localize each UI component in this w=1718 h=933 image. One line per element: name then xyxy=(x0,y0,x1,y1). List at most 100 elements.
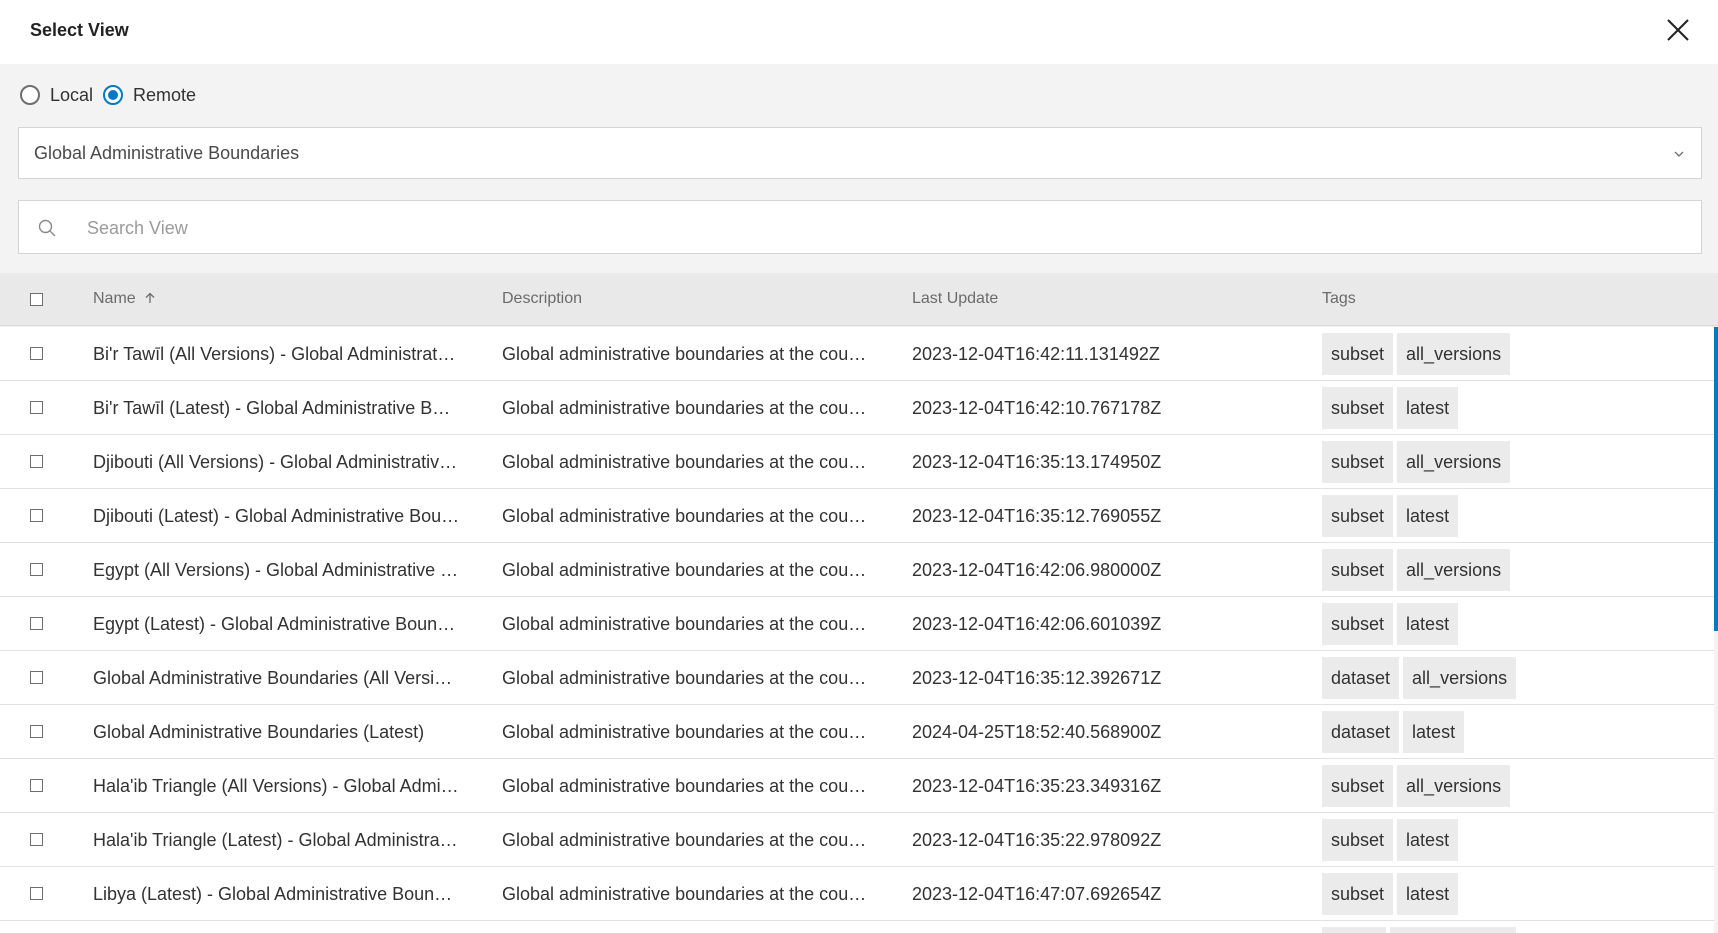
column-header-tags[interactable]: Tags xyxy=(1322,290,1356,308)
row-tags: subset latest xyxy=(1322,495,1462,537)
row-tags: subset latest xyxy=(1322,603,1462,645)
tag-chip: subset xyxy=(1322,765,1394,807)
row-checkbox[interactable] xyxy=(30,563,43,576)
table-row[interactable]: Hala'ib Triangle (Latest) - Global Admin… xyxy=(0,813,1714,867)
row-name: Egypt (Latest) - Global Administrative B… xyxy=(93,614,456,634)
table-row[interactable]: Djibouti (Latest) - Global Administrativ… xyxy=(0,489,1714,543)
column-header-last-update[interactable]: Last Update xyxy=(912,290,998,308)
row-tags: subset latest xyxy=(1322,387,1462,429)
table-header: Name Description Last Update Tags xyxy=(0,273,1718,326)
row-name: Bi'r Tawīl (All Versions) - Global Admin… xyxy=(93,344,456,364)
radio-local[interactable]: Local xyxy=(20,85,103,106)
row-last-update: 2023-12-04T16:35:23.349316Z xyxy=(912,776,1162,796)
column-header-name-label[interactable]: Name xyxy=(93,290,136,307)
row-description: Global administrative boundaries at the … xyxy=(502,884,867,904)
tag-chip xyxy=(1390,927,1516,933)
row-description: Global administrative boundaries at the … xyxy=(502,830,867,850)
column-header-name[interactable]: Name xyxy=(93,290,156,308)
table-row[interactable]: Hala'ib Triangle (All Versions) - Global… xyxy=(0,759,1714,813)
tag-chip: latest xyxy=(1397,387,1459,429)
table-body: Bi'r Tawīl (All Versions) - Global Admin… xyxy=(0,327,1714,933)
row-last-update: 2023-12-04T16:42:06.980000Z xyxy=(912,560,1162,580)
table-row[interactable]: Djibouti (All Versions) - Global Adminis… xyxy=(0,435,1714,489)
row-name: Hala'ib Triangle (All Versions) - Global… xyxy=(93,776,459,796)
row-name: Global Administrative Boundaries (Latest… xyxy=(93,722,425,742)
tag-chip: all_versions xyxy=(1397,765,1511,807)
table-row[interactable]: Egypt (All Versions) - Global Administra… xyxy=(0,543,1714,597)
row-description: Global administrative boundaries at the … xyxy=(502,506,867,526)
tag-chip: latest xyxy=(1397,495,1459,537)
search-input[interactable] xyxy=(85,209,1679,247)
row-checkbox[interactable] xyxy=(30,725,43,738)
table-row[interactable]: Libya (Latest) - Global Administrative B… xyxy=(0,867,1714,921)
row-last-update: 2023-12-04T16:35:22.978092Z xyxy=(912,830,1162,850)
row-tags: subset all_versions xyxy=(1322,765,1514,807)
radio-local-circle[interactable] xyxy=(20,85,40,105)
row-last-update: 2023-12-04T16:42:06.601039Z xyxy=(912,614,1162,634)
row-name: Djibouti (Latest) - Global Administrativ… xyxy=(93,506,460,526)
row-last-update: 2024-04-25T18:52:40.568900Z xyxy=(912,722,1162,742)
table-row[interactable]: Bi'r Tawīl (All Versions) - Global Admin… xyxy=(0,327,1714,381)
tag-chip: all_versions xyxy=(1403,657,1517,699)
dialog-header: Select View xyxy=(0,0,1718,64)
tag-chip: latest xyxy=(1397,603,1459,645)
row-description: Global administrative boundaries at the … xyxy=(502,614,867,634)
row-tags: subset latest xyxy=(1322,819,1462,861)
row-tags: dataset all_versions xyxy=(1322,657,1520,699)
row-description: Global administrative boundaries at the … xyxy=(502,344,867,364)
row-description: Global administrative boundaries at the … xyxy=(502,722,867,742)
row-description: Global administrative boundaries at the … xyxy=(502,560,867,580)
row-name: Bi'r Tawīl (Latest) - Global Administrat… xyxy=(93,398,451,418)
row-last-update: 2023-12-04T16:35:12.392671Z xyxy=(912,668,1162,688)
radio-remote[interactable]: Remote xyxy=(103,85,206,106)
radio-remote-circle[interactable] xyxy=(103,85,124,105)
tag-chip: all_versions xyxy=(1397,549,1511,591)
row-last-update: 2023-12-04T16:42:11.131492Z xyxy=(912,344,1160,364)
tag-chip: subset xyxy=(1322,333,1394,375)
row-checkbox[interactable] xyxy=(30,401,43,414)
arrow-up-icon[interactable] xyxy=(144,292,156,304)
row-last-update: 2023-12-04T16:35:13.174950Z xyxy=(912,452,1162,472)
radio-local-label[interactable]: Local xyxy=(50,85,93,106)
table-row[interactable]: Bi'r Tawīl (Latest) - Global Administrat… xyxy=(0,381,1714,435)
row-last-update: 2023-12-04T16:35:12.769055Z xyxy=(912,506,1162,526)
tag-chip: subset xyxy=(1322,495,1394,537)
close-icon[interactable] xyxy=(1664,16,1692,44)
row-checkbox[interactable] xyxy=(30,887,43,900)
row-description: Global administrative boundaries at the … xyxy=(502,776,867,796)
row-checkbox[interactable] xyxy=(30,779,43,792)
table-row[interactable]: Global Administrative Boundaries (Latest… xyxy=(0,705,1714,759)
row-name: Hala'ib Triangle (Latest) - Global Admin… xyxy=(93,830,458,850)
column-header-description[interactable]: Description xyxy=(502,290,582,308)
row-checkbox[interactable] xyxy=(30,347,43,360)
tag-chip: subset xyxy=(1322,603,1394,645)
search-box xyxy=(18,200,1702,254)
tag-chip: subset xyxy=(1322,819,1394,861)
tag-chip: subset xyxy=(1322,873,1394,915)
tag-chip: subset xyxy=(1322,441,1394,483)
row-checkbox[interactable] xyxy=(30,617,43,630)
chevron-down-icon[interactable] xyxy=(1673,148,1685,160)
row-description: Global administrative boundaries at the … xyxy=(502,398,867,418)
row-checkbox[interactable] xyxy=(30,833,43,846)
table-row[interactable]: Egypt (Latest) - Global Administrative B… xyxy=(0,597,1714,651)
row-checkbox[interactable] xyxy=(30,671,43,684)
tag-chip: all_versions xyxy=(1397,333,1511,375)
row-last-update: 2023-12-04T16:42:10.767178Z xyxy=(912,398,1162,418)
row-checkbox[interactable] xyxy=(30,509,43,522)
source-radio-group: Local Remote xyxy=(20,83,206,107)
dialog-title: Select View xyxy=(30,20,129,40)
radio-remote-dot xyxy=(108,90,119,100)
row-tags xyxy=(1322,927,1520,933)
row-description: Global administrative boundaries at the … xyxy=(502,668,867,688)
tag-chip: latest xyxy=(1403,711,1465,753)
select-all-checkbox[interactable] xyxy=(30,293,43,306)
dataset-select[interactable]: Global Administrative Boundaries xyxy=(18,127,1702,179)
tag-chip: subset xyxy=(1322,387,1394,429)
table-row[interactable]: Global Administrative Boundaries (All Ve… xyxy=(0,651,1714,705)
row-checkbox[interactable] xyxy=(30,455,43,468)
scrollbar-thumb[interactable] xyxy=(1714,327,1718,631)
table-row[interactable] xyxy=(0,921,1714,933)
row-name: Global Administrative Boundaries (All Ve… xyxy=(93,668,453,688)
radio-remote-label[interactable]: Remote xyxy=(133,85,196,106)
